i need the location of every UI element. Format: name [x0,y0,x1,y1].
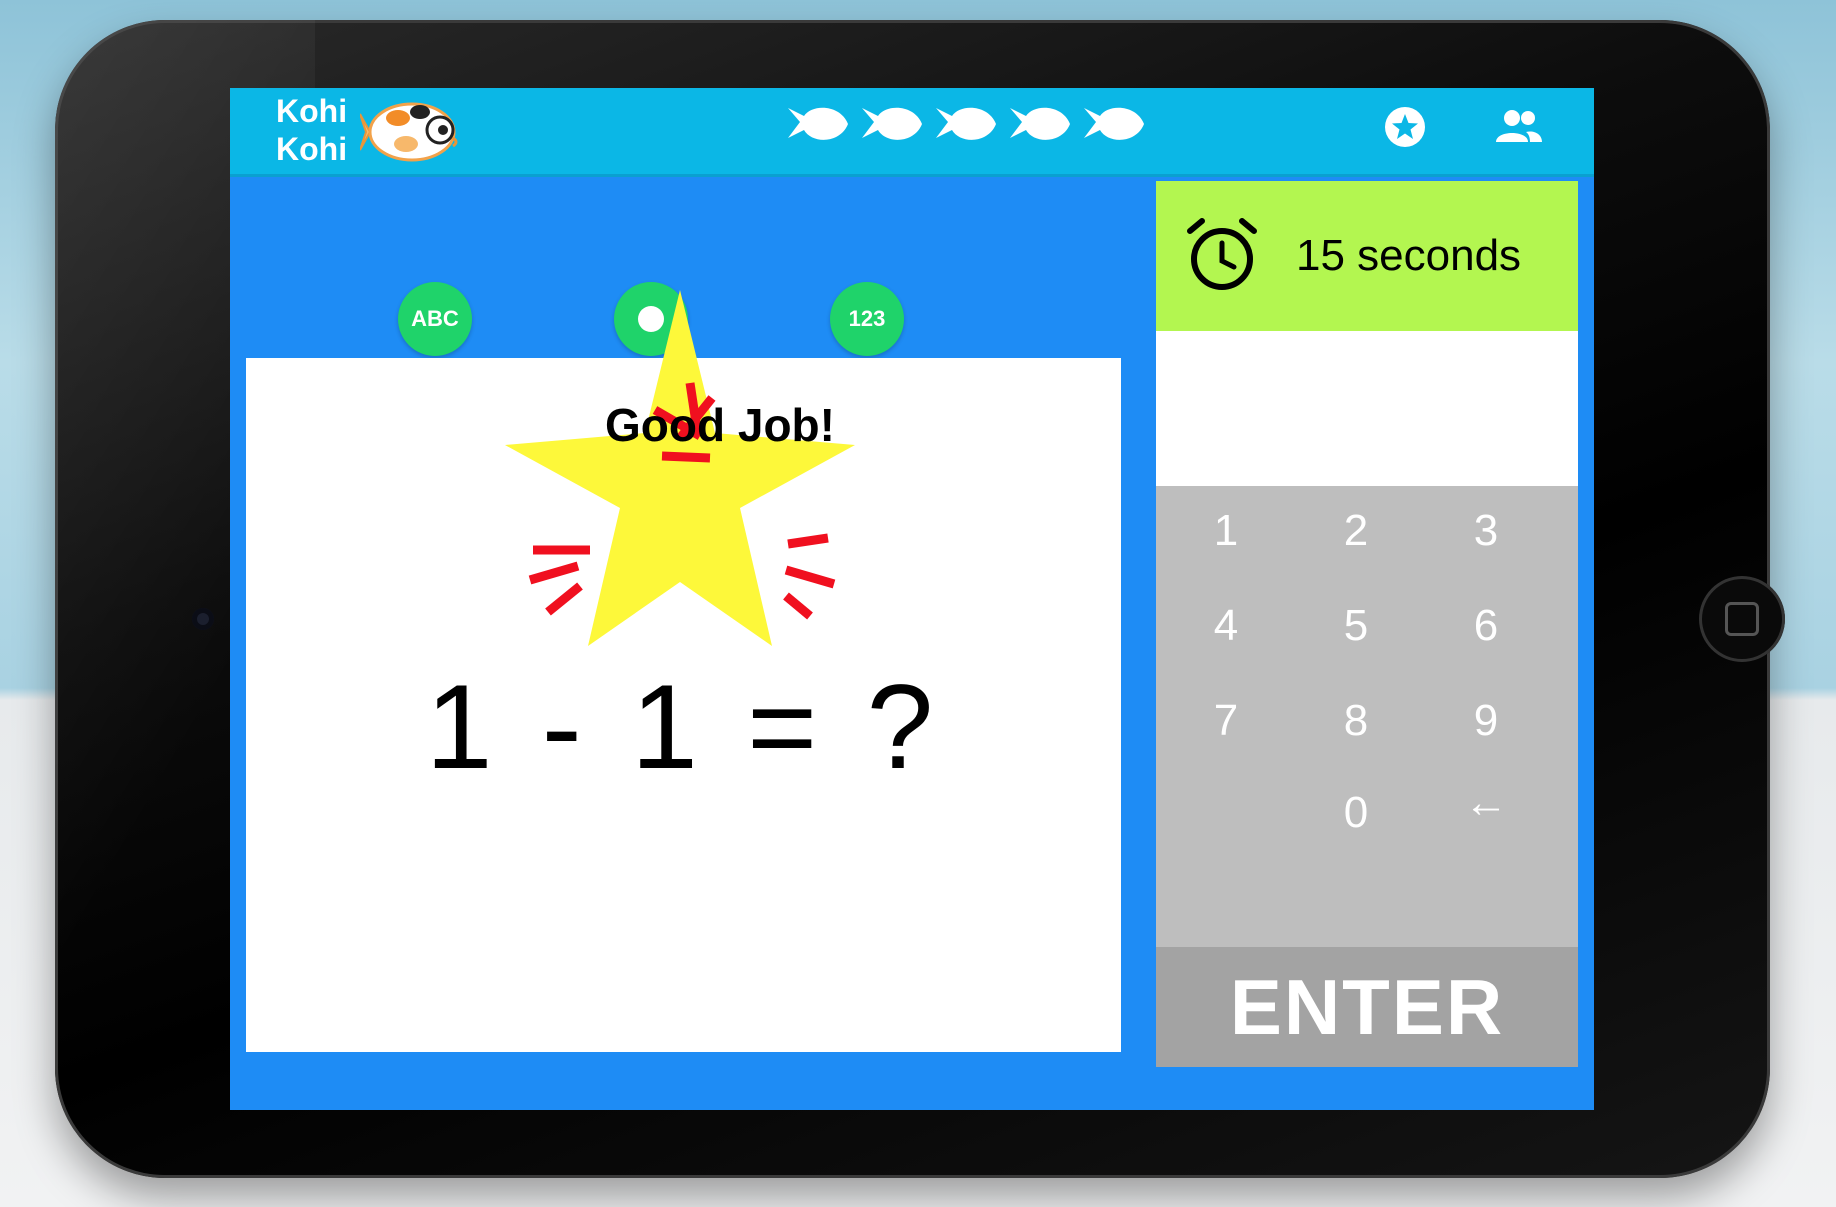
backspace-key[interactable]: ← [1446,768,1526,838]
key-9[interactable]: 9 [1446,686,1526,756]
app-screen: Kohi Kohi ABC 123 1 - 1 = ? Good Job! 15… [230,88,1594,1110]
enter-button[interactable]: ENTER [1156,947,1578,1067]
key-7[interactable]: 7 [1186,686,1266,756]
logo-text: Kohi Kohi [276,92,347,168]
fish-icon [936,107,996,140]
camera-icon [192,608,214,630]
number-keypad: 1 2 3 4 5 6 7 8 9 0 ← [1156,486,1578,947]
key-0[interactable]: 0 [1316,778,1396,848]
fish-icon [1010,107,1070,140]
logo-line-1: Kohi [276,93,348,129]
equation-text: 1 - 1 = ? [425,660,942,794]
progress-fish-row [786,100,1146,146]
key-2[interactable]: 2 [1316,496,1396,566]
star-shape [505,290,855,646]
home-button[interactable] [1699,576,1785,662]
timer-panel: 15 seconds [1156,181,1578,331]
home-square-icon [1725,602,1759,636]
fish-icon [1084,107,1144,140]
fish-icon [862,107,922,140]
alarm-clock-icon [1187,218,1257,290]
key-6[interactable]: 6 [1446,591,1526,661]
users-icon[interactable] [1496,108,1542,144]
good-job-text: Good Job! [605,399,835,451]
key-8[interactable]: 8 [1316,686,1396,756]
star-circle-icon[interactable] [1384,106,1426,148]
top-bar: Kohi Kohi [230,88,1594,177]
logo-line-2: Kohi [276,131,348,167]
timer-text: 15 seconds [1296,231,1522,280]
key-3[interactable]: 3 [1446,496,1526,566]
fish-icon [788,107,848,140]
key-4[interactable]: 4 [1186,591,1266,661]
enter-label: ENTER [1229,962,1505,1051]
answer-display[interactable] [1156,331,1578,486]
key-1[interactable]: 1 [1186,496,1266,566]
koi-fish-logo-icon [360,102,458,162]
key-5[interactable]: 5 [1316,591,1396,661]
